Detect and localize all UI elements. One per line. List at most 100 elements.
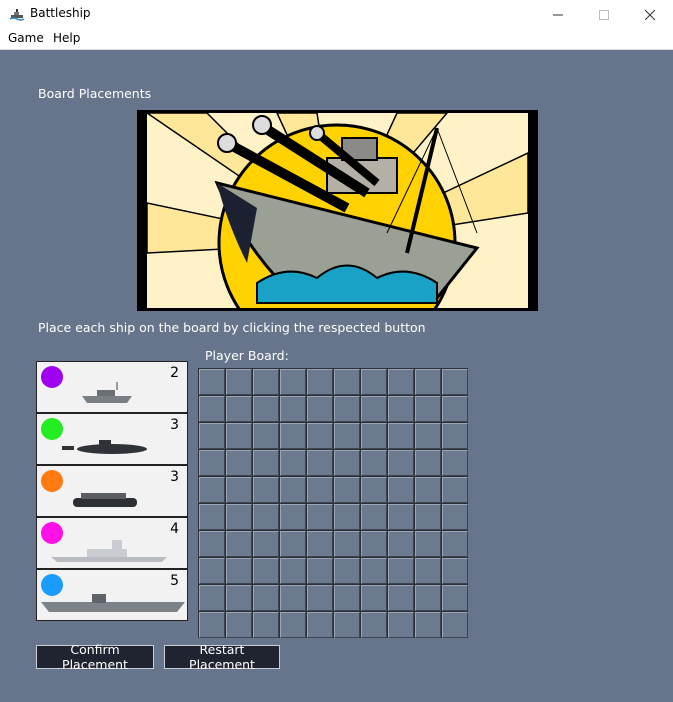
board-cell[interactable] [388,477,414,503]
board-cell[interactable] [415,531,441,557]
board-cell[interactable] [199,369,225,395]
board-cell[interactable] [415,477,441,503]
ship-button-patrol[interactable]: 2 [36,361,188,413]
board-cell[interactable] [280,585,306,611]
board-cell[interactable] [361,504,387,530]
board-cell[interactable] [253,612,279,638]
board-cell[interactable] [307,612,333,638]
board-cell[interactable] [226,531,252,557]
board-cell[interactable] [442,396,468,422]
board-cell[interactable] [442,369,468,395]
board-cell[interactable] [307,450,333,476]
board-cell[interactable] [307,396,333,422]
board-cell[interactable] [442,531,468,557]
board-cell[interactable] [307,369,333,395]
board-cell[interactable] [361,612,387,638]
board-cell[interactable] [415,450,441,476]
board-cell[interactable] [226,585,252,611]
board-cell[interactable] [253,423,279,449]
board-cell[interactable] [199,612,225,638]
board-cell[interactable] [388,396,414,422]
board-cell[interactable] [226,450,252,476]
board-cell[interactable] [388,558,414,584]
board-cell[interactable] [361,531,387,557]
board-cell[interactable] [442,558,468,584]
board-cell[interactable] [442,585,468,611]
board-cell[interactable] [199,585,225,611]
board-cell[interactable] [334,369,360,395]
board-cell[interactable] [334,450,360,476]
close-button[interactable] [627,0,673,29]
board-cell[interactable] [388,612,414,638]
board-cell[interactable] [334,585,360,611]
board-cell[interactable] [361,450,387,476]
confirm-placement-button[interactable]: Confirm Placement [36,642,154,672]
board-cell[interactable] [442,504,468,530]
board-cell[interactable] [253,558,279,584]
restart-placement-button[interactable]: Restart Placement [164,642,280,672]
board-cell[interactable] [280,612,306,638]
menu-help[interactable]: Help [53,31,80,45]
board-cell[interactable] [442,423,468,449]
board-cell[interactable] [226,504,252,530]
board-cell[interactable] [442,450,468,476]
ship-button-destroyer[interactable]: 3 [36,465,188,517]
board-cell[interactable] [415,423,441,449]
board-cell[interactable] [253,369,279,395]
board-cell[interactable] [415,558,441,584]
menu-game[interactable]: Game [8,31,44,45]
board-cell[interactable] [253,477,279,503]
board-cell[interactable] [199,477,225,503]
board-cell[interactable] [280,369,306,395]
board-cell[interactable] [442,477,468,503]
board-cell[interactable] [253,531,279,557]
board-cell[interactable] [307,477,333,503]
board-cell[interactable] [307,504,333,530]
board-cell[interactable] [199,558,225,584]
board-cell[interactable] [415,585,441,611]
board-cell[interactable] [280,477,306,503]
board-cell[interactable] [226,423,252,449]
board-cell[interactable] [226,558,252,584]
board-cell[interactable] [280,423,306,449]
board-cell[interactable] [361,423,387,449]
board-cell[interactable] [307,558,333,584]
board-cell[interactable] [388,585,414,611]
board-cell[interactable] [415,504,441,530]
board-cell[interactable] [307,423,333,449]
board-cell[interactable] [253,585,279,611]
board-cell[interactable] [253,396,279,422]
board-cell[interactable] [280,531,306,557]
board-cell[interactable] [280,450,306,476]
board-cell[interactable] [388,504,414,530]
ship-button-carrier[interactable]: 5 [36,569,188,621]
board-cell[interactable] [226,369,252,395]
board-cell[interactable] [334,477,360,503]
board-cell[interactable] [334,504,360,530]
board-cell[interactable] [253,504,279,530]
board-cell[interactable] [334,531,360,557]
board-cell[interactable] [226,612,252,638]
board-cell[interactable] [280,504,306,530]
board-cell[interactable] [361,585,387,611]
board-cell[interactable] [334,558,360,584]
board-cell[interactable] [226,396,252,422]
board-cell[interactable] [415,369,441,395]
board-cell[interactable] [307,585,333,611]
board-cell[interactable] [415,396,441,422]
board-cell[interactable] [280,558,306,584]
board-cell[interactable] [388,531,414,557]
board-cell[interactable] [442,612,468,638]
board-cell[interactable] [388,369,414,395]
maximize-button[interactable] [581,0,627,29]
board-cell[interactable] [334,612,360,638]
board-cell[interactable] [334,423,360,449]
board-cell[interactable] [388,450,414,476]
board-cell[interactable] [361,477,387,503]
board-cell[interactable] [334,396,360,422]
ship-button-submarine[interactable]: 3 [36,413,188,465]
board-cell[interactable] [199,531,225,557]
board-cell[interactable] [199,450,225,476]
board-cell[interactable] [199,396,225,422]
board-cell[interactable] [307,531,333,557]
